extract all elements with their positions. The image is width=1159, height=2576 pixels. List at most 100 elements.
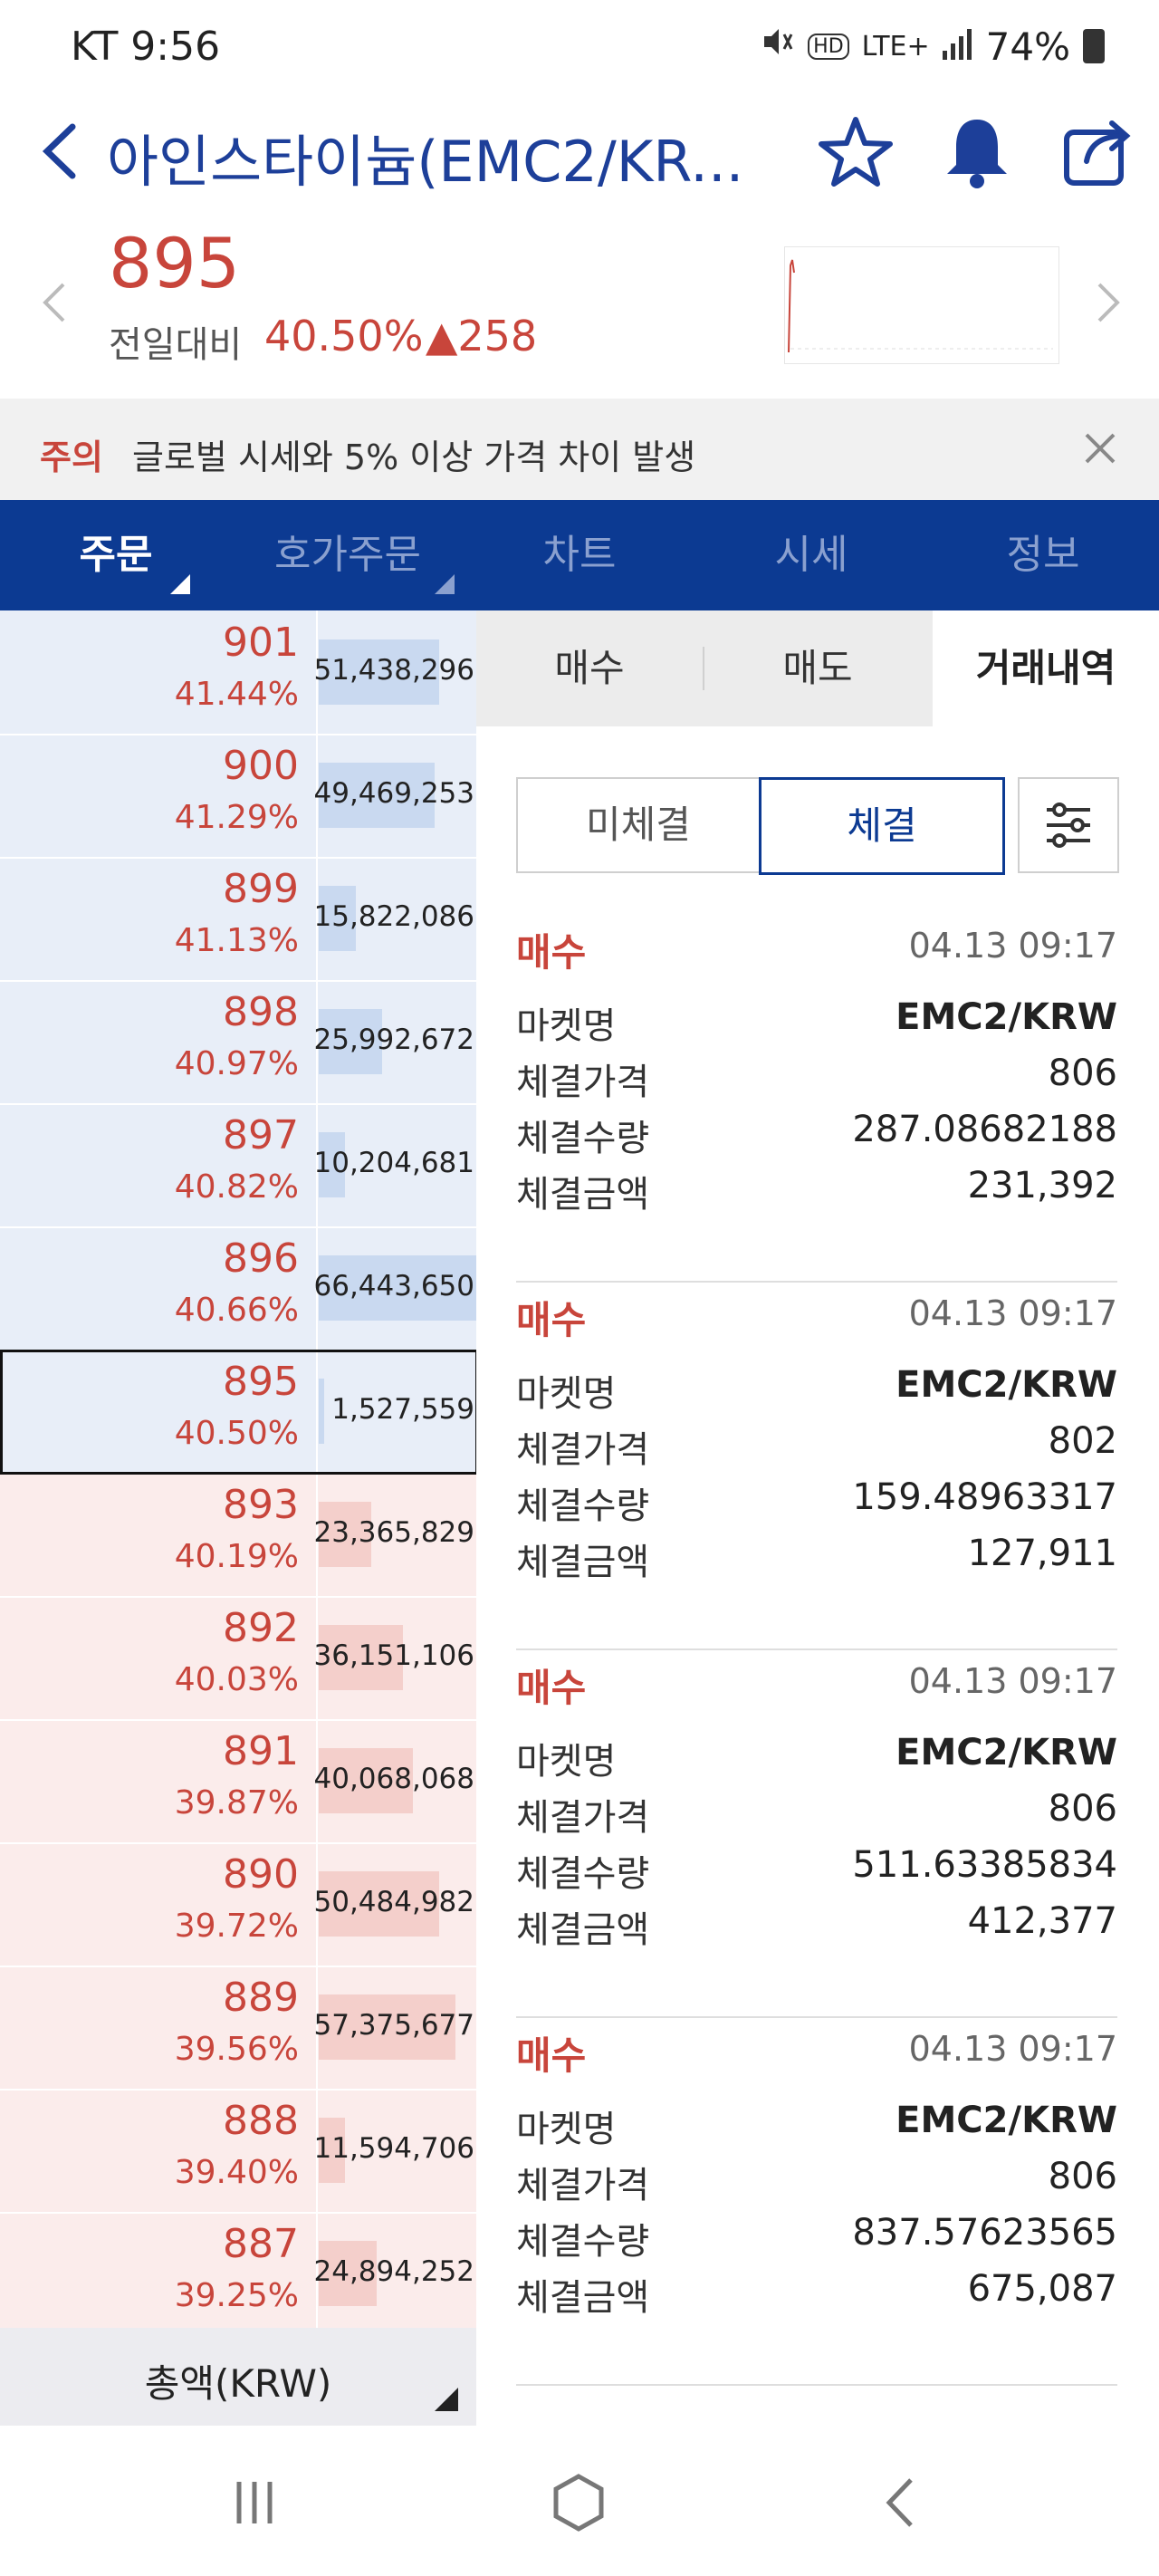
orderbook-price-cell[interactable]: 896 40.66% bbox=[0, 1226, 313, 1350]
warning-text: 글로벌 시세와 5% 이상 가격 차이 발생 bbox=[132, 437, 696, 477]
trade-qty-row: 체결수량 837.57623565 bbox=[516, 2212, 1117, 2263]
trade-market-row: 마켓명 EMC2/KRW bbox=[516, 2100, 1117, 2150]
trade-card[interactable]: 매수 04.13 09:17 마켓명 EMC2/KRW 체결가격 802 체결수량 159.4… bbox=[516, 1281, 1117, 1650]
star-icon[interactable] bbox=[815, 111, 896, 192]
orderbook-row[interactable]: 890 39.72% 50,484,982 bbox=[0, 1842, 476, 1967]
market-label: 마켓명 bbox=[516, 1741, 617, 1783]
orderbook-row[interactable]: 889 39.56% 57,375,677 bbox=[0, 1966, 476, 2091]
next-coin-icon[interactable] bbox=[1090, 275, 1126, 330]
orderbook-price: 898 bbox=[223, 989, 299, 1035]
carrier-time: KT 9:56 bbox=[71, 24, 221, 70]
trade-market-row: 마켓명 EMC2/KRW bbox=[516, 996, 1117, 1047]
tab-orderbook-order[interactable]: 호가주문 bbox=[232, 500, 464, 610]
orderbook-row[interactable]: 898 40.97% 25,992,672 bbox=[0, 980, 476, 1105]
qty-value: 511.63385834 bbox=[852, 1844, 1117, 1886]
orderbook-percent: 39.72% bbox=[174, 1908, 299, 1945]
orderbook-percent: 41.29% bbox=[174, 799, 299, 836]
filter-filled[interactable]: 체결 bbox=[759, 777, 1005, 875]
orderbook-price-cell[interactable]: 892 40.03% bbox=[0, 1596, 313, 1719]
trade-card[interactable]: 매수 04.13 09:17 마켓명 EMC2/KRW 체결가격 806 체결수량 511.6… bbox=[516, 1648, 1117, 2018]
tab-buy[interactable]: 매수 bbox=[476, 610, 703, 726]
sliders-icon[interactable] bbox=[1018, 777, 1119, 873]
prev-coin-icon[interactable] bbox=[36, 275, 72, 330]
mini-chart[interactable] bbox=[784, 246, 1059, 364]
orderbook-row[interactable]: 901 41.44% 51,438,296 bbox=[0, 610, 476, 735]
home-icon[interactable] bbox=[538, 2462, 619, 2543]
tab-info[interactable]: 정보 bbox=[927, 500, 1159, 610]
status-bar: KT 9:56 HD LTE+ 74% bbox=[0, 0, 1159, 94]
tab-trade-history[interactable]: 거래내역 bbox=[933, 610, 1159, 726]
orderbook-price: 889 bbox=[223, 1975, 299, 2021]
orderbook-price: 897 bbox=[223, 1112, 299, 1158]
filter-unfilled[interactable]: 미체결 bbox=[516, 777, 761, 873]
orderbook-percent: 40.82% bbox=[174, 1168, 299, 1206]
price-value: 802 bbox=[1048, 1420, 1117, 1462]
orderbook-row[interactable]: 897 40.82% 10,204,681 bbox=[0, 1103, 476, 1228]
order-panel-tabs: 매수 매도 거래내역 bbox=[476, 610, 1159, 726]
orderbook-price-cell[interactable]: 898 40.97% bbox=[0, 980, 313, 1103]
trade-time: 04.13 09:17 bbox=[908, 2029, 1117, 2069]
orderbook-row[interactable]: 888 39.40% 11,594,706 bbox=[0, 2089, 476, 2214]
price-label: 체결가격 bbox=[516, 2165, 650, 2206]
amount-value: 231,392 bbox=[967, 1165, 1117, 1206]
orderbook-quantity: 23,365,829 bbox=[313, 1516, 475, 1549]
tab-quotes[interactable]: 시세 bbox=[695, 500, 927, 610]
orderbook-price-cell[interactable]: 897 40.82% bbox=[0, 1103, 313, 1226]
trade-amount-row: 체결금액 127,911 bbox=[516, 1533, 1117, 1583]
orderbook-price: 892 bbox=[223, 1605, 299, 1651]
qty-label: 체결수량 bbox=[516, 1485, 650, 1527]
orderbook-row[interactable]: 899 41.13% 15,822,086 bbox=[0, 857, 476, 982]
orderbook-row[interactable]: 887 39.25% 24,894,252 bbox=[0, 2212, 476, 2337]
share-icon[interactable] bbox=[1058, 111, 1139, 192]
amount-value: 412,377 bbox=[967, 1900, 1117, 1942]
trade-card[interactable]: 매수 04.13 09:17 마켓명 EMC2/KRW 체결가격 806 체결수량 287.0… bbox=[516, 913, 1117, 1283]
trade-qty-row: 체결수량 511.63385834 bbox=[516, 1844, 1117, 1895]
orderbook-quantity: 11,594,706 bbox=[313, 2132, 475, 2165]
main-tabs: 주문 호가주문 차트 시세 정보 bbox=[0, 500, 1159, 610]
orderbook-price-cell[interactable]: 887 39.25% bbox=[0, 2212, 313, 2335]
trade-card[interactable]: 매수 04.13 09:17 마켓명 EMC2/KRW 체결가격 806 체결수량 837.5… bbox=[516, 2016, 1117, 2386]
recent-apps-icon[interactable] bbox=[214, 2462, 295, 2543]
orderbook-price-cell[interactable]: 899 41.13% bbox=[0, 857, 313, 980]
close-icon[interactable] bbox=[1078, 426, 1123, 471]
orderbook-quantity: 36,151,106 bbox=[313, 1639, 475, 1672]
tab-order[interactable]: 주문 bbox=[0, 500, 232, 610]
orderbook-row[interactable]: 896 40.66% 66,443,650 bbox=[0, 1226, 476, 1351]
orderbook-percent: 40.19% bbox=[174, 1538, 299, 1575]
orderbook-percent: 39.87% bbox=[174, 1784, 299, 1821]
orderbook-percent: 40.97% bbox=[174, 1045, 299, 1082]
price-label: 체결가격 bbox=[516, 1429, 650, 1471]
bell-icon[interactable] bbox=[936, 111, 1018, 192]
orderbook-price-cell[interactable]: 891 39.87% bbox=[0, 1719, 313, 1842]
orderbook-row[interactable]: 892 40.03% 36,151,106 bbox=[0, 1596, 476, 1721]
orderbook-price-cell[interactable]: 900 41.29% bbox=[0, 734, 313, 857]
trade-type: 매수 bbox=[516, 1298, 587, 1342]
orderbook-row[interactable]: 891 39.87% 40,068,068 bbox=[0, 1719, 476, 1844]
orderbook-price-cell[interactable]: 889 39.56% bbox=[0, 1966, 313, 2089]
orderbook-price-cell[interactable]: 893 40.19% bbox=[0, 1473, 313, 1596]
orderbook-percent: 41.44% bbox=[174, 676, 299, 713]
orderbook-price: 896 bbox=[223, 1235, 299, 1282]
orderbook-price-cell[interactable]: 901 41.44% bbox=[0, 610, 313, 734]
orderbook-price-cell[interactable]: 890 39.72% bbox=[0, 1842, 313, 1966]
price-value: 806 bbox=[1048, 1788, 1117, 1830]
orderbook-price: 887 bbox=[223, 2221, 299, 2267]
orderbook-row[interactable]: 900 41.29% 49,469,253 bbox=[0, 734, 476, 859]
orderbook-row[interactable]: 893 40.19% 23,365,829 bbox=[0, 1473, 476, 1598]
warning-banner: 주의 글로벌 시세와 5% 이상 가격 차이 발생 bbox=[0, 399, 1159, 500]
tab-chart[interactable]: 차트 bbox=[464, 500, 695, 610]
orderbook-price-cell[interactable]: 888 39.40% bbox=[0, 2089, 313, 2212]
amount-label: 체결금액 bbox=[516, 2277, 650, 2319]
orderbook-percent: 39.56% bbox=[174, 2031, 299, 2068]
page-title: 아인스타이늄(EMC2/KR... bbox=[107, 129, 744, 195]
orderbook-percent: 39.25% bbox=[174, 2277, 299, 2314]
orderbook-percent: 40.66% bbox=[174, 1292, 299, 1329]
current-price: 895 bbox=[109, 223, 241, 303]
orderbook-quantity: 15,822,086 bbox=[313, 900, 475, 933]
back-icon[interactable] bbox=[33, 111, 87, 192]
tab-sell[interactable]: 매도 bbox=[704, 610, 931, 726]
back-nav-icon[interactable] bbox=[860, 2462, 942, 2543]
amount-value: 675,087 bbox=[967, 2268, 1117, 2310]
total-selector[interactable]: 총액(KRW) bbox=[0, 2328, 476, 2426]
trade-amount-row: 체결금액 412,377 bbox=[516, 1900, 1117, 1951]
